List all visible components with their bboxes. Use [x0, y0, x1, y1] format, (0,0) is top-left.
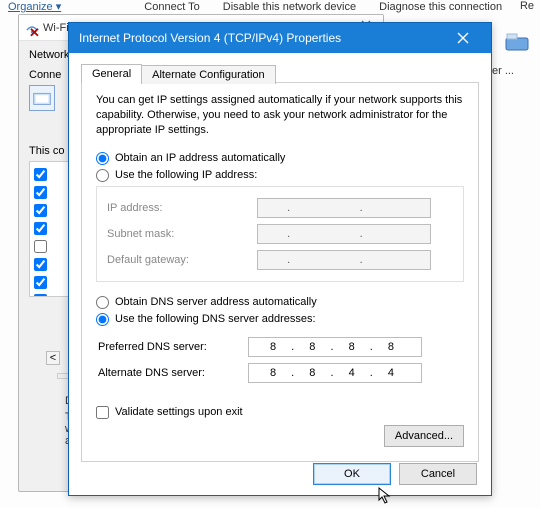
dns-fields-group: Preferred DNS server: Alternate DNS serv…	[96, 330, 464, 386]
adapter-icon	[504, 30, 532, 54]
cancel-button[interactable]: Cancel	[399, 463, 477, 485]
checkbox[interactable]	[34, 222, 47, 235]
checkbox[interactable]	[34, 276, 47, 289]
preferred-dns-label: Preferred DNS server:	[98, 341, 248, 353]
tab-alternate-configuration[interactable]: Alternate Configuration	[141, 65, 276, 84]
radio-label: Obtain an IP address automatically	[115, 152, 285, 164]
ip-address-label: IP address:	[107, 202, 257, 214]
scroll-left-icon[interactable]: <	[46, 351, 60, 365]
radio-input[interactable]	[96, 313, 109, 326]
radio-label: Use the following IP address:	[115, 169, 257, 181]
radio-ip-auto[interactable]: Obtain an IP address automatically	[96, 152, 464, 165]
close-button[interactable]	[445, 23, 481, 53]
checkbox[interactable]	[34, 168, 47, 181]
radio-input[interactable]	[96, 152, 109, 165]
radio-label: Use the following DNS server addresses:	[115, 313, 316, 325]
radio-input[interactable]	[96, 169, 109, 182]
dialog-button-row: OK Cancel	[313, 463, 477, 485]
radio-ip-manual[interactable]: Use the following IP address:	[96, 169, 464, 182]
advanced-button[interactable]: Advanced...	[384, 425, 464, 447]
disable-device-cmd[interactable]: Disable this network device	[223, 1, 356, 13]
validate-checkbox[interactable]	[96, 406, 109, 419]
subnet-mask-label: Subnet mask:	[107, 228, 257, 240]
checkbox[interactable]	[34, 204, 47, 217]
validate-label: Validate settings upon exit	[115, 406, 243, 418]
checkbox[interactable]	[34, 186, 47, 199]
default-gateway-input	[257, 250, 431, 270]
checkbox[interactable]	[34, 258, 47, 271]
alternate-dns-label: Alternate DNS server:	[98, 367, 248, 379]
radio-input[interactable]	[96, 296, 109, 309]
panel-description: You can get IP settings assigned automat…	[96, 93, 464, 138]
ip-fields-group: IP address: Subnet mask: Default gateway…	[96, 186, 464, 282]
organize-menu[interactable]: Organize ▾	[8, 1, 61, 13]
validate-settings-row[interactable]: Validate settings upon exit	[96, 406, 464, 419]
network-adapter-icon	[29, 85, 55, 111]
ipv4-titlebar[interactable]: Internet Protocol Version 4 (TCP/IPv4) P…	[69, 23, 491, 53]
alternate-dns-input[interactable]	[248, 363, 422, 383]
subnet-mask-input	[257, 224, 431, 244]
ip-address-input	[257, 198, 431, 218]
preferred-dns-input[interactable]	[248, 337, 422, 357]
radio-label: Obtain DNS server address automatically	[115, 296, 317, 308]
ipv4-title: Internet Protocol Version 4 (TCP/IPv4) P…	[79, 31, 341, 45]
truncated-cmd: Re	[520, 0, 534, 12]
radio-dns-manual[interactable]: Use the following DNS server addresses:	[96, 313, 464, 326]
checkbox[interactable]	[34, 294, 47, 298]
general-panel: You can get IP settings assigned automat…	[81, 82, 479, 462]
tab-strip: General Alternate Configuration	[69, 53, 491, 82]
radio-dns-auto[interactable]: Obtain DNS server address automatically	[96, 296, 464, 309]
wifi-icon	[25, 21, 39, 35]
default-gateway-label: Default gateway:	[107, 254, 257, 266]
diagnose-cmd[interactable]: Diagnose this connection	[379, 1, 502, 13]
ok-button[interactable]: OK	[313, 463, 391, 485]
checkbox[interactable]	[34, 240, 47, 253]
tab-general[interactable]: General	[81, 64, 142, 83]
ipv4-properties-dialog: Internet Protocol Version 4 (TCP/IPv4) P…	[68, 22, 492, 496]
connect-to-cmd[interactable]: Connect To	[144, 1, 199, 13]
